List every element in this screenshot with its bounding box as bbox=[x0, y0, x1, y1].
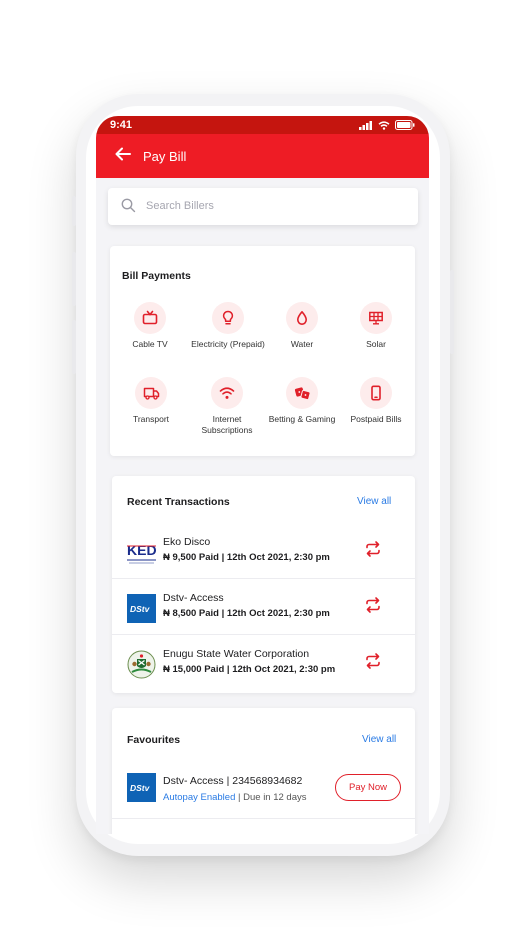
bill-payments-card: Bill Payments Cable TV Electricity (Prep… bbox=[110, 246, 415, 456]
favourite-status: Autopay Enabled | Due in 12 days bbox=[163, 792, 307, 803]
favourites-title: Favourites bbox=[127, 734, 181, 746]
svg-text:DStv: DStv bbox=[130, 783, 151, 793]
svg-text:KEDC: KEDC bbox=[127, 542, 156, 558]
status-icons bbox=[359, 120, 415, 130]
truck-icon bbox=[143, 387, 159, 400]
bill-category-transport[interactable]: Transport bbox=[111, 377, 191, 425]
favourite-name: Dstv- Access | 234568934682 bbox=[163, 775, 303, 787]
bill-category-internet[interactable]: Internet Subscriptions bbox=[187, 377, 267, 435]
bill-category-label: Solar bbox=[366, 339, 386, 349]
dstv-logo: DStv bbox=[127, 594, 156, 623]
ekedc-logo: KEDC bbox=[127, 538, 156, 567]
water-drop-icon bbox=[297, 311, 307, 325]
search-placeholder: Search Billers bbox=[146, 200, 214, 212]
status-bar: 9:41 bbox=[96, 116, 429, 134]
bill-category-electricity[interactable]: Electricity (Prepaid) bbox=[188, 302, 268, 350]
bill-category-solar[interactable]: Solar bbox=[336, 302, 416, 350]
phone-power-button bbox=[450, 270, 454, 354]
bill-category-label: Electricity (Prepaid) bbox=[191, 339, 265, 349]
coat-of-arms-logo bbox=[127, 650, 156, 679]
transaction-name: Dstv- Access bbox=[163, 592, 224, 604]
transaction-row[interactable]: Enugu State Water Corporation ₦ 15,000 P… bbox=[112, 634, 415, 690]
tv-icon bbox=[142, 310, 158, 325]
bill-category-label: Internet Subscriptions bbox=[201, 414, 253, 435]
wifi-icon bbox=[219, 387, 235, 399]
wifi-status-icon bbox=[378, 120, 390, 130]
water-icon-wrap bbox=[286, 302, 318, 334]
transaction-name: Eko Disco bbox=[163, 536, 211, 548]
bill-category-label: Cable TV bbox=[132, 339, 168, 349]
favourites-card: Favourites View all DStv Dstv- Access | … bbox=[112, 708, 415, 834]
autopay-status: Autopay Enabled bbox=[163, 792, 236, 803]
status-time: 9:41 bbox=[110, 119, 133, 131]
recent-view-all-link[interactable]: View all bbox=[357, 496, 391, 507]
bill-category-label: Water bbox=[290, 339, 314, 349]
bill-category-water[interactable]: Water bbox=[262, 302, 342, 350]
recent-transactions-title: Recent Transactions bbox=[127, 496, 230, 508]
transaction-meta: ₦ 8,500 Paid | 12th Oct 2021, 2:30 pm bbox=[163, 608, 330, 619]
bill-category-betting[interactable]: Betting & Gaming bbox=[262, 377, 342, 425]
app-header: Pay Bill bbox=[96, 134, 429, 178]
smartphone-icon bbox=[371, 385, 381, 401]
page-title: Pay Bill bbox=[143, 149, 187, 164]
solar-icon-wrap bbox=[360, 302, 392, 334]
transaction-row[interactable]: DStv Dstv- Access ₦ 8,500 Paid | 12th Oc… bbox=[112, 578, 415, 634]
search-icon bbox=[121, 198, 136, 213]
electricity-icon-wrap bbox=[212, 302, 244, 334]
app-screen: 9:41 Pay Bill Search Billers Bill Paymen… bbox=[96, 116, 429, 834]
repeat-icon[interactable] bbox=[364, 540, 382, 558]
transaction-name: Enugu State Water Corporation bbox=[163, 648, 310, 660]
pay-now-button[interactable]: Pay Now bbox=[335, 774, 401, 801]
favourites-view-all-link[interactable]: View all bbox=[362, 734, 396, 745]
transport-icon-wrap bbox=[135, 377, 167, 409]
bill-category-label: Postpaid Bills bbox=[350, 414, 402, 424]
recent-transactions-card: Recent Transactions View all KEDC Eko Di… bbox=[112, 476, 415, 693]
transaction-meta: ₦ 9,500 Paid | 12th Oct 2021, 2:30 pm bbox=[163, 552, 330, 563]
due-status: | Due in 12 days bbox=[235, 792, 307, 803]
bill-category-postpaid[interactable]: Postpaid Bills bbox=[336, 377, 416, 425]
betting-icon-wrap bbox=[286, 377, 318, 409]
repeat-icon[interactable] bbox=[364, 652, 382, 670]
phone-mute-switch bbox=[72, 196, 76, 226]
postpaid-icon-wrap bbox=[360, 377, 392, 409]
lightbulb-icon bbox=[222, 310, 234, 325]
transaction-meta: ₦ 15,000 Paid | 12th Oct 2021, 2:30 pm bbox=[163, 664, 336, 675]
divider bbox=[112, 818, 415, 819]
repeat-icon[interactable] bbox=[364, 596, 382, 614]
search-input[interactable]: Search Billers bbox=[108, 188, 418, 225]
svg-text:DStv: DStv bbox=[130, 604, 151, 614]
internet-icon-wrap bbox=[211, 377, 243, 409]
dice-icon bbox=[294, 387, 311, 401]
cable-tv-icon-wrap bbox=[134, 302, 166, 334]
bill-payments-title: Bill Payments bbox=[122, 270, 191, 282]
bill-category-label: Betting & Gaming bbox=[268, 414, 336, 424]
transaction-row[interactable]: KEDC Eko Disco ₦ 9,500 Paid | 12th Oct 2… bbox=[112, 523, 415, 579]
signal-icon bbox=[359, 120, 372, 130]
phone-volume-up bbox=[72, 252, 76, 306]
bill-category-label: Transport bbox=[132, 414, 170, 424]
dstv-logo: DStv bbox=[127, 773, 156, 802]
battery-icon bbox=[395, 120, 415, 130]
solar-panel-icon bbox=[369, 311, 383, 325]
bill-category-cable-tv[interactable]: Cable TV bbox=[110, 302, 190, 350]
phone-volume-down bbox=[72, 320, 76, 374]
back-arrow-icon[interactable] bbox=[114, 145, 132, 163]
